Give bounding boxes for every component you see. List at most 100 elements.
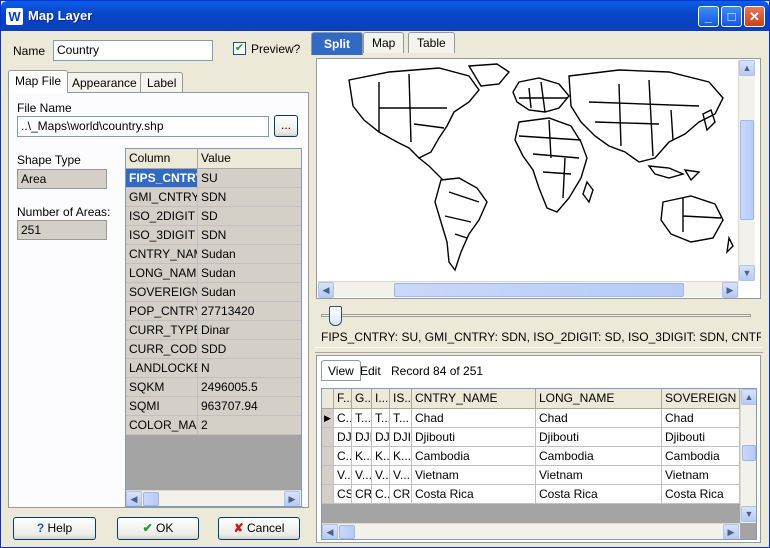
tab-map[interactable]: Map xyxy=(363,32,405,53)
table-cell[interactable]: Djibouti xyxy=(412,428,536,447)
record-slider-thumb[interactable] xyxy=(329,306,342,326)
grid-cell-column[interactable]: CURR_TYPE xyxy=(126,321,198,340)
tab-table[interactable]: Table xyxy=(408,32,455,53)
table-cell[interactable]: C... xyxy=(334,409,352,428)
scroll-up-icon[interactable]: ▲ xyxy=(739,60,755,76)
grid-cell-value[interactable]: Sudan xyxy=(198,264,301,283)
grid-cell-column[interactable]: ISO_2DIGIT xyxy=(126,207,198,226)
table-header-cell[interactable]: G... xyxy=(352,389,372,409)
grid-cell-column[interactable]: SQKM xyxy=(126,378,198,397)
table-cell[interactable]: Vietnam xyxy=(662,466,740,485)
name-input[interactable]: Country xyxy=(53,40,213,61)
grid-cell-column[interactable]: ISO_3DIGIT xyxy=(126,226,198,245)
table-cell[interactable]: C... xyxy=(334,447,352,466)
table-hscroll-thumb[interactable] xyxy=(339,525,355,539)
scroll-left-icon[interactable]: ◀ xyxy=(126,491,142,506)
table-cell[interactable]: T... xyxy=(390,409,412,428)
scroll-down-icon[interactable]: ▼ xyxy=(739,265,755,281)
map-scroll-left-icon[interactable]: ◀ xyxy=(318,282,334,298)
grid-cell-column[interactable]: COLOR_MAP xyxy=(126,416,198,435)
scroll-right-icon[interactable]: ▶ xyxy=(284,491,300,506)
data-table[interactable]: F...G...I...IS...CNTRY_NAMELONG_NAMESOVE… xyxy=(321,388,757,540)
table-header-cell[interactable]: I... xyxy=(372,389,390,409)
table-cell[interactable]: V... xyxy=(390,466,412,485)
grid-cell-value[interactable]: SD xyxy=(198,207,301,226)
attribute-grid[interactable]: Column Value FIPS_CNTRY SU GMI_CNTRY SDN ISO… xyxy=(125,148,302,507)
map-vertical-scrollbar[interactable]: ▲ ▼ xyxy=(738,60,755,281)
ok-button[interactable]: ✔ OK xyxy=(117,517,199,540)
tab-split[interactable]: Split xyxy=(311,32,363,55)
table-cell[interactable]: V... xyxy=(352,466,372,485)
splitter-bar[interactable] xyxy=(315,347,763,353)
table-header-cell[interactable]: SOVEREIGN xyxy=(662,389,740,409)
table-cell[interactable]: Cambodia xyxy=(662,447,740,466)
grid-cell-value[interactable]: 2496005.5 xyxy=(198,378,301,397)
tab-label[interactable]: Label xyxy=(140,72,184,93)
table-vertical-scrollbar[interactable]: ▲ ▼ xyxy=(740,389,756,523)
table-cell[interactable]: Djibouti xyxy=(662,428,740,447)
preview-checkbox[interactable]: ✔ xyxy=(233,42,246,55)
table-scroll-up-icon[interactable]: ▲ xyxy=(741,389,756,405)
row-indicator[interactable] xyxy=(322,485,334,504)
grid-cell-value[interactable]: SDN xyxy=(198,226,301,245)
grid-cell-value[interactable]: 27713420 xyxy=(198,302,301,321)
table-cell[interactable]: Chad xyxy=(536,409,662,428)
table-cell[interactable]: K... xyxy=(352,447,372,466)
table-cell[interactable]: V... xyxy=(334,466,352,485)
grid-cell-column[interactable]: SOVEREIGN xyxy=(126,283,198,302)
cancel-button[interactable]: ✘ Cancel xyxy=(218,517,300,540)
table-cell[interactable]: Cambodia xyxy=(412,447,536,466)
table-header-cell[interactable]: IS... xyxy=(390,389,412,409)
help-button[interactable]: ? Help xyxy=(13,517,96,540)
table-cell[interactable]: DJI xyxy=(352,428,372,447)
table-cell[interactable]: Chad xyxy=(662,409,740,428)
map-hscroll-thumb[interactable] xyxy=(394,283,684,297)
table-header-cell[interactable]: LONG_NAME xyxy=(536,389,662,409)
grid-cell-value[interactable]: SDD xyxy=(198,340,301,359)
table-cell[interactable]: T... xyxy=(352,409,372,428)
record-slider-track[interactable] xyxy=(321,314,751,317)
table-scroll-down-icon[interactable]: ▼ xyxy=(741,506,756,522)
grid-cell-value[interactable]: 963707.94 xyxy=(198,397,301,416)
tab-edit[interactable]: Edit xyxy=(360,364,381,378)
grid-cell-column[interactable]: LONG_NAME xyxy=(126,264,198,283)
grid-cell-value[interactable]: N xyxy=(198,359,301,378)
table-cell[interactable]: CRI xyxy=(390,485,412,504)
file-path-input[interactable]: ..\_Maps\world\country.shp xyxy=(17,116,269,137)
tab-appearance[interactable]: Appearance xyxy=(65,72,144,93)
table-cell[interactable]: Vietnam xyxy=(536,466,662,485)
grid-cell-column[interactable]: SQMI xyxy=(126,397,198,416)
grid-cell-value[interactable]: 2 xyxy=(198,416,301,435)
table-cell[interactable]: CS xyxy=(334,485,352,504)
title-bar[interactable]: W Map Layer _ □ ✕ xyxy=(1,1,769,31)
browse-button[interactable]: ... xyxy=(274,115,298,137)
close-button[interactable]: ✕ xyxy=(744,6,765,27)
table-cell[interactable]: CRI xyxy=(352,485,372,504)
world-map[interactable] xyxy=(319,62,739,284)
grid-cell-value[interactable]: SU xyxy=(198,169,301,188)
table-vscroll-thumb[interactable] xyxy=(742,445,756,461)
row-indicator[interactable] xyxy=(322,447,334,466)
row-indicator[interactable] xyxy=(322,466,334,485)
table-cell[interactable]: Djibouti xyxy=(536,428,662,447)
map-vscroll-thumb[interactable] xyxy=(740,120,754,220)
table-cell[interactable]: Vietnam xyxy=(412,466,536,485)
grid-cell-column[interactable]: POP_CNTRY xyxy=(126,302,198,321)
grid-cell-column[interactable]: FIPS_CNTRY xyxy=(126,169,198,188)
table-cell[interactable]: Costa Rica xyxy=(662,485,740,504)
table-cell[interactable]: V... xyxy=(372,466,390,485)
tab-map-file[interactable]: Map File xyxy=(8,70,69,93)
grid-cell-value[interactable]: Sudan xyxy=(198,245,301,264)
grid-cell-column[interactable]: LANDLOCKED xyxy=(126,359,198,378)
map-view[interactable]: ▲ ▼ ◀ ▶ xyxy=(316,58,761,299)
table-cell[interactable]: K... xyxy=(372,447,390,466)
grid-cell-column[interactable]: CNTRY_NAME xyxy=(126,245,198,264)
grid-cell-value[interactable]: Dinar xyxy=(198,321,301,340)
table-cell[interactable]: DJI xyxy=(390,428,412,447)
scroll-thumb[interactable] xyxy=(143,492,159,506)
table-cell[interactable]: DJ xyxy=(372,428,390,447)
grid-cell-column[interactable]: CURR_CODE xyxy=(126,340,198,359)
map-scroll-right-icon[interactable]: ▶ xyxy=(722,282,738,298)
row-indicator[interactable] xyxy=(322,428,334,447)
table-cell[interactable]: C... xyxy=(372,485,390,504)
